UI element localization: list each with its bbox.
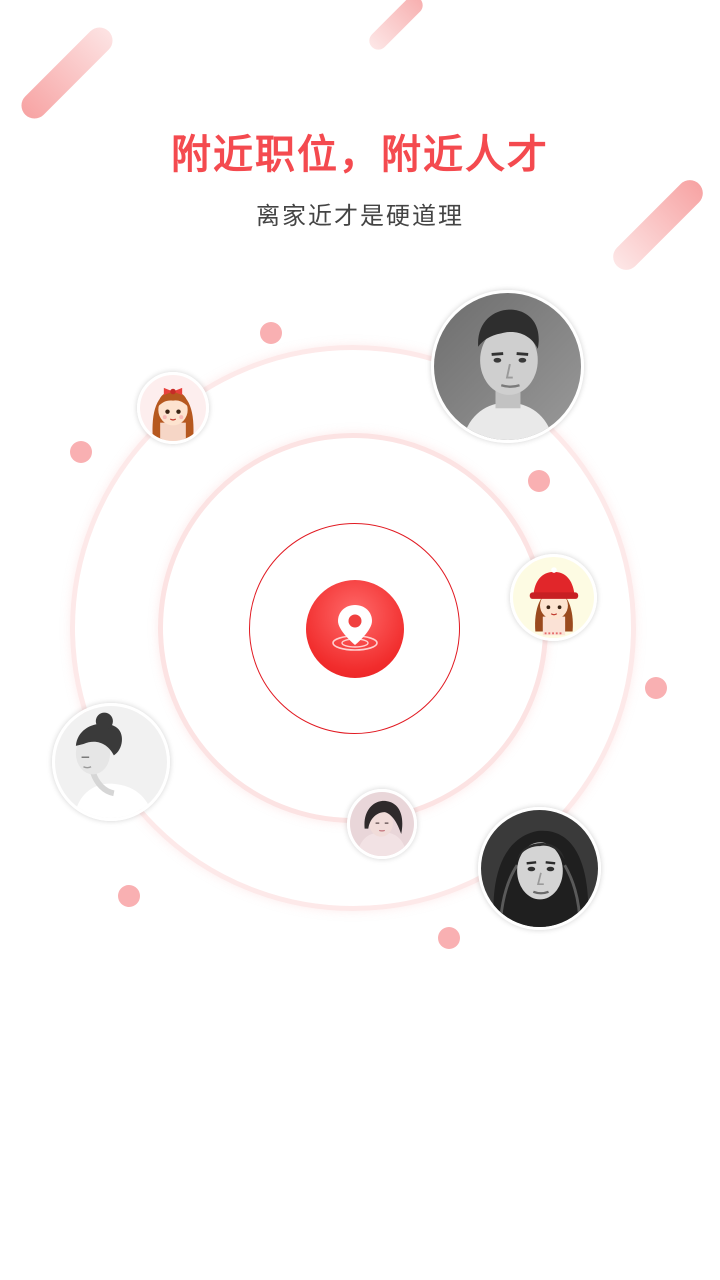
avatar-man-photo[interactable] bbox=[431, 290, 584, 443]
decor-dot bbox=[260, 322, 282, 344]
avatar-woman-side-profile[interactable] bbox=[52, 703, 170, 821]
avatar-woman-long-hair[interactable] bbox=[478, 807, 601, 930]
locate-button[interactable] bbox=[306, 580, 404, 678]
page-subtitle: 离家近才是硬道理 bbox=[256, 202, 464, 230]
decor-dot bbox=[70, 441, 92, 463]
page-title: 附近职位，附近人才 bbox=[171, 132, 549, 178]
decor-dot bbox=[118, 885, 140, 907]
cartoon-girl-hat-avatar-image bbox=[513, 557, 594, 638]
decor-stripe bbox=[365, 0, 427, 54]
decor-dot bbox=[438, 927, 460, 949]
avatar-woman-small[interactable] bbox=[347, 789, 417, 859]
decor-stripe bbox=[16, 22, 118, 124]
woman-profile-avatar-image bbox=[55, 706, 167, 818]
woman-small-avatar-image bbox=[350, 792, 414, 856]
decor-dot bbox=[528, 470, 550, 492]
cartoon-girl-avatar-image bbox=[140, 375, 206, 441]
avatar-cartoon-girl-red-hat[interactable] bbox=[510, 554, 597, 641]
onboarding-screen: 附近职位，附近人才 离家近才是硬道理 bbox=[0, 0, 720, 1280]
woman-long-hair-avatar-image bbox=[481, 810, 598, 927]
avatar-cartoon-girl-bow[interactable] bbox=[137, 372, 209, 444]
man-avatar-image bbox=[434, 293, 581, 440]
map-pin-icon bbox=[332, 605, 378, 651]
decor-dot bbox=[645, 677, 667, 699]
